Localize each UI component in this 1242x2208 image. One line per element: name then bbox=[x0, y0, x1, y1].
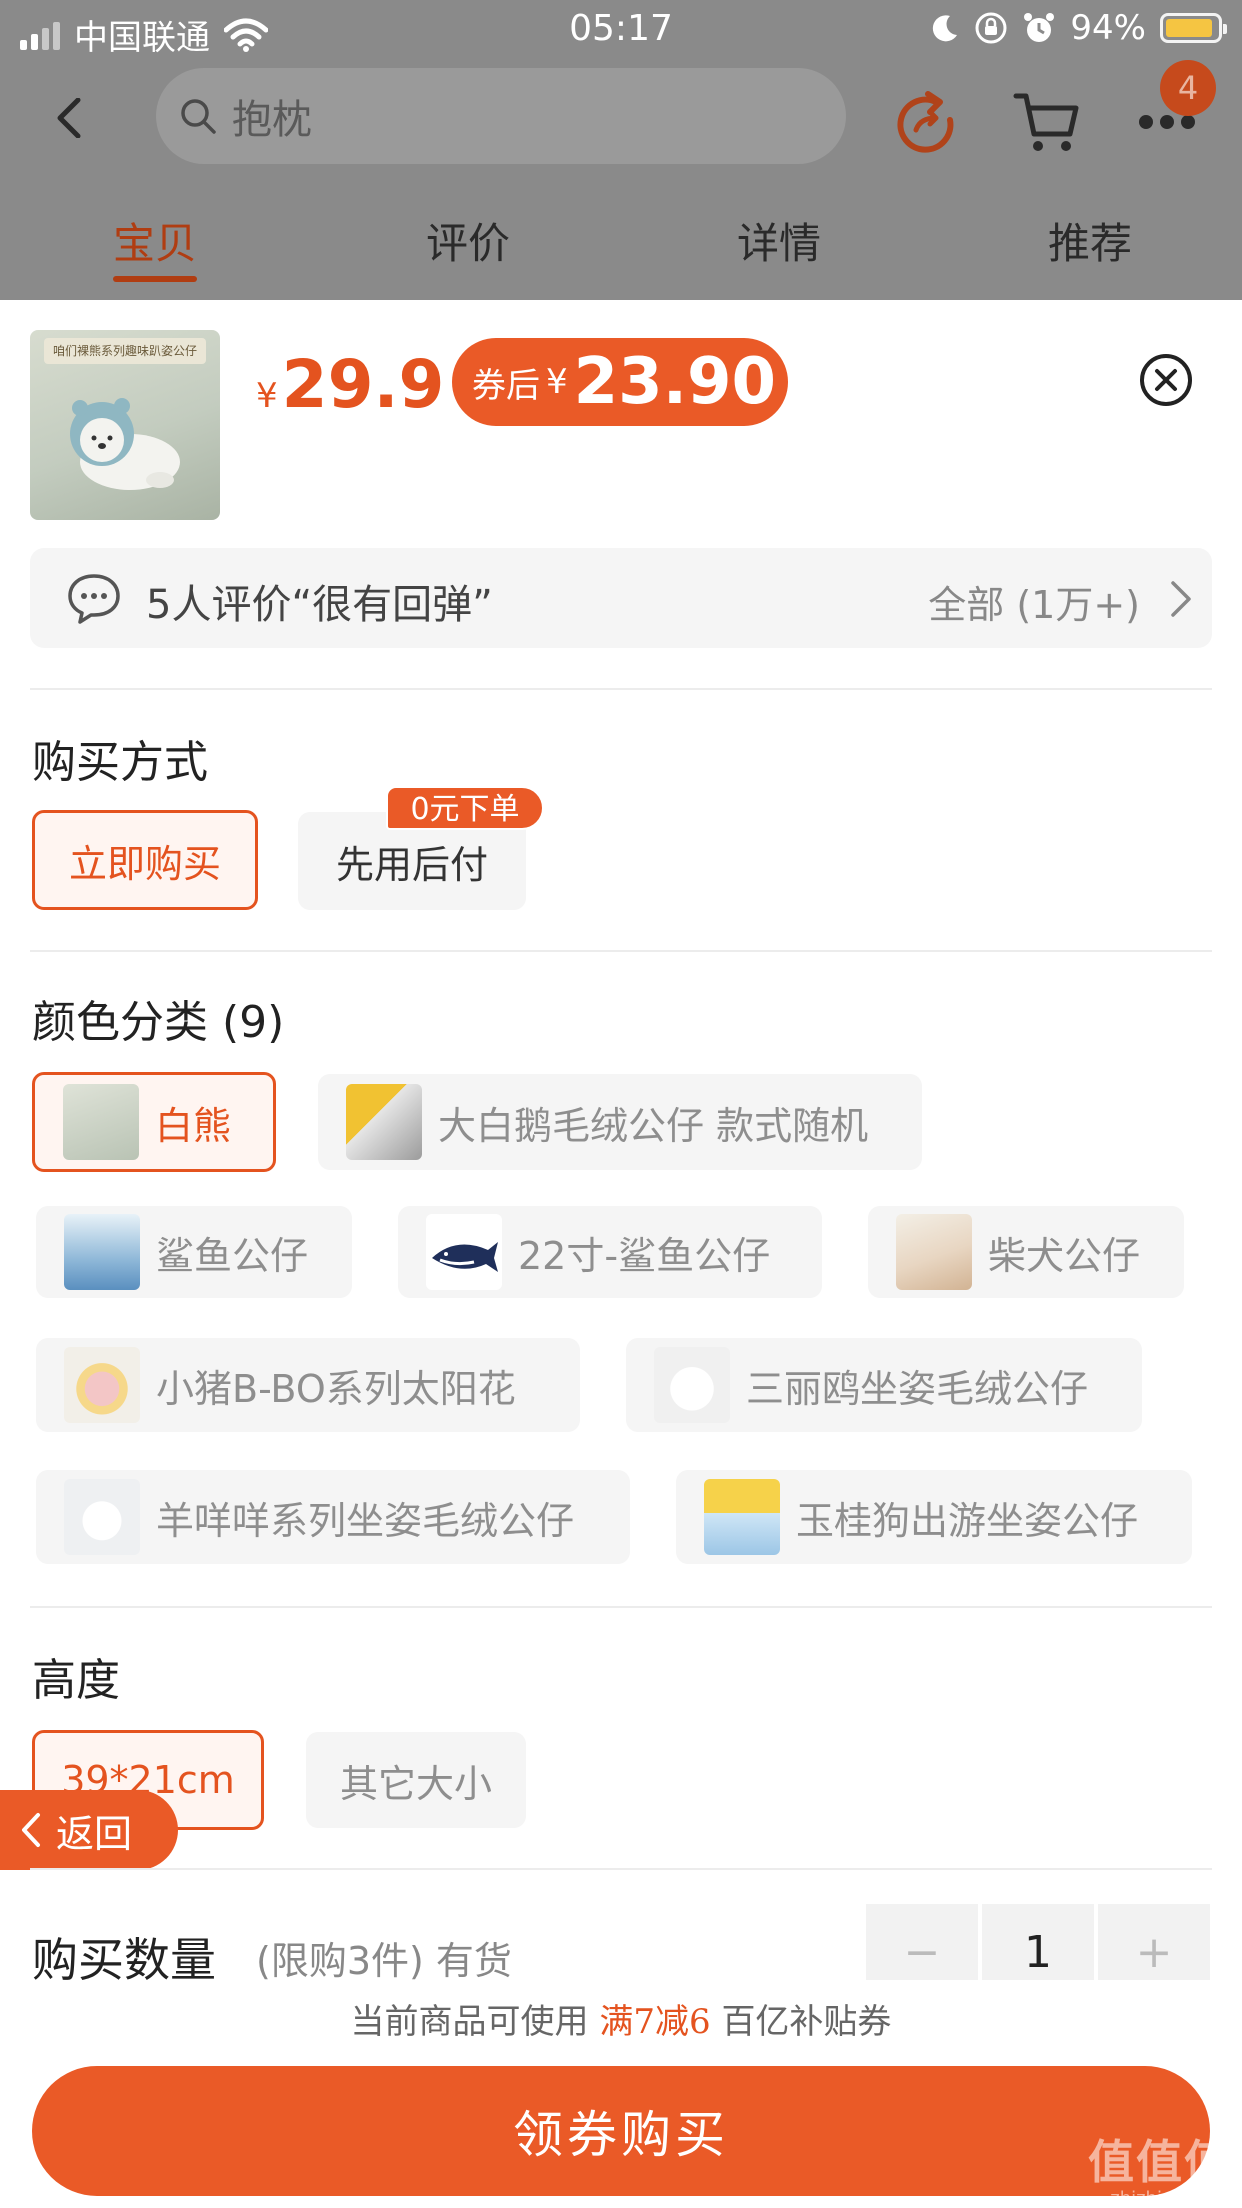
increment-button[interactable]: + bbox=[1098, 1904, 1210, 1980]
rotation-lock-icon bbox=[975, 12, 1007, 44]
swatch-image bbox=[64, 1347, 140, 1423]
nav-row: 抱枕 4 bbox=[0, 60, 1242, 168]
bear-plush-image bbox=[70, 398, 180, 490]
status-bar: 中国联通 05:17 94% bbox=[0, 0, 1242, 62]
claim-coupon-buy-button[interactable]: 领券购买 bbox=[32, 2066, 1210, 2196]
alarm-icon bbox=[1024, 13, 1055, 42]
coupon-price-value: 23.90 bbox=[573, 345, 777, 419]
watermark-logo-text: 值值值 bbox=[1088, 2135, 1232, 2189]
swatch-image bbox=[654, 1347, 730, 1423]
thumb-banner-text: 咱们裸熊系列趣味趴姿公仔 bbox=[44, 338, 206, 364]
color-option-white-bear[interactable]: 白熊 bbox=[32, 1072, 276, 1172]
divider bbox=[30, 1606, 1212, 1608]
option-label: 小猪B-BO系列太阳花 bbox=[156, 1366, 516, 1411]
cart-icon[interactable] bbox=[1012, 88, 1082, 158]
swatch-image bbox=[64, 1479, 140, 1555]
color-option-shark-22[interactable]: 22寸-鲨鱼公仔 bbox=[398, 1206, 822, 1298]
quantity-value[interactable]: 1 bbox=[982, 1904, 1094, 1980]
close-icon[interactable] bbox=[1138, 352, 1194, 408]
swatch-image bbox=[426, 1214, 502, 1290]
search-input[interactable]: 抱枕 bbox=[156, 68, 846, 164]
product-thumbnail[interactable]: 咱们裸熊系列趣味趴姿公仔 bbox=[30, 330, 220, 520]
coupon-currency: ¥ bbox=[546, 362, 568, 402]
color-title: 颜色分类 (9) bbox=[32, 997, 285, 1048]
swatch-image bbox=[896, 1214, 972, 1290]
quantity-stepper: − 1 + bbox=[866, 1904, 1210, 1980]
back-arrow-icon[interactable] bbox=[50, 98, 90, 138]
coupon-price-pill: 券后 ¥ 23.90 bbox=[452, 338, 788, 426]
quantity-note: (限购3件) 有货 bbox=[256, 1939, 512, 1983]
option-label: 立即购买 bbox=[68, 841, 221, 886]
search-icon bbox=[181, 99, 216, 134]
swatch-image bbox=[64, 1214, 140, 1290]
refresh-icon[interactable] bbox=[892, 90, 960, 158]
color-option-shark[interactable]: 鲨鱼公仔 bbox=[36, 1206, 352, 1298]
option-label: 羊咩咩系列坐姿毛绒公仔 bbox=[156, 1498, 575, 1543]
watermark-url: zhizhizhi.com bbox=[1110, 2188, 1232, 2208]
tab-bar: 宝贝 评价 详情 推荐 bbox=[0, 210, 1242, 290]
option-label: 大白鹅毛绒公仔 款式随机 bbox=[438, 1103, 869, 1148]
tab-details[interactable]: 详情 bbox=[679, 210, 879, 271]
divider bbox=[30, 1868, 1212, 1870]
search-text: 抱枕 bbox=[232, 97, 312, 143]
price-value: 29.9 bbox=[281, 346, 445, 423]
review-text: 5人评价“很有回弹” bbox=[146, 582, 493, 628]
chevron-left-icon bbox=[22, 1813, 40, 1847]
tab-baobei[interactable]: 宝贝 bbox=[55, 210, 255, 271]
height-title: 高度 bbox=[32, 1655, 120, 1706]
shark-image bbox=[432, 1242, 498, 1272]
coupon-note-highlight: 满7减6 bbox=[599, 2002, 711, 2042]
color-option-sanrio[interactable]: 三丽鸥坐姿毛绒公仔 bbox=[626, 1338, 1142, 1432]
status-right: 94% bbox=[930, 8, 1227, 48]
chat-bubble-icon bbox=[68, 574, 120, 624]
swatch-image bbox=[704, 1479, 780, 1555]
option-buy-now[interactable]: 立即购买 bbox=[32, 810, 258, 910]
divider bbox=[30, 688, 1212, 690]
color-option-goose[interactable]: 大白鹅毛绒公仔 款式随机 bbox=[318, 1074, 922, 1170]
decrement-button[interactable]: − bbox=[866, 1904, 978, 1980]
active-tab-indicator bbox=[113, 276, 197, 282]
divider bbox=[30, 950, 1212, 952]
review-all-link[interactable]: 全部 (1万+) bbox=[928, 574, 1140, 629]
dimmed-header-overlay: 中国联通 05:17 94% 抱枕 4 宝贝 评价 详情 推荐 bbox=[0, 0, 1242, 300]
option-label: 白熊 bbox=[155, 1103, 232, 1148]
battery-icon bbox=[1160, 13, 1227, 43]
color-option-shiba[interactable]: 柴犬公仔 bbox=[868, 1206, 1184, 1298]
tab-recommend[interactable]: 推荐 bbox=[990, 210, 1190, 271]
site-watermark: 值值值 zhizhizhi.com bbox=[1088, 2126, 1232, 2208]
option-label: 三丽鸥坐姿毛绒公仔 bbox=[746, 1366, 1089, 1411]
color-option-cinnamoroll[interactable]: 玉桂狗出游坐姿公仔 bbox=[676, 1470, 1192, 1564]
option-label: 22寸-鲨鱼公仔 bbox=[518, 1233, 771, 1278]
coupon-note-prefix: 当前商品可使用 bbox=[350, 2002, 589, 2042]
back-float-button[interactable]: 返回 bbox=[0, 1790, 178, 1870]
moon-icon bbox=[933, 15, 958, 42]
battery-percent: 94% bbox=[1070, 8, 1146, 48]
coupon-label: 券后 bbox=[472, 365, 540, 406]
coupon-note: 当前商品可使用 满7减6 百亿补贴券 bbox=[0, 1994, 1242, 2043]
review-summary-bar[interactable]: 5人评价“很有回弹” 全部 (1万+) bbox=[30, 548, 1212, 648]
swatch-image bbox=[63, 1084, 139, 1160]
option-label: 其它大小 bbox=[339, 1761, 492, 1806]
color-option-pig-sunflower[interactable]: 小猪B-BO系列太阳花 bbox=[36, 1338, 580, 1432]
height-option-other[interactable]: 其它大小 bbox=[306, 1732, 526, 1828]
chevron-right-icon bbox=[1171, 581, 1191, 617]
zero-yuan-tag: 0元下单 bbox=[386, 786, 544, 830]
tab-reviews[interactable]: 评价 bbox=[368, 210, 568, 271]
option-label: 柴犬公仔 bbox=[988, 1233, 1141, 1278]
option-label: 玉桂狗出游坐姿公仔 bbox=[796, 1498, 1139, 1543]
option-label: 先用后付 bbox=[335, 842, 488, 887]
purchase-method-title: 购买方式 bbox=[32, 737, 208, 788]
option-label: 鲨鱼公仔 bbox=[156, 1233, 309, 1278]
swatch-image bbox=[346, 1084, 422, 1160]
quantity-title: 购买数量 bbox=[32, 1933, 216, 1987]
currency-symbol: ¥ bbox=[256, 376, 278, 416]
coupon-note-suffix: 百亿补贴券 bbox=[721, 2002, 892, 2042]
cart-count-badge: 4 bbox=[1160, 60, 1216, 116]
color-option-sheep[interactable]: 羊咩咩系列坐姿毛绒公仔 bbox=[36, 1470, 630, 1564]
original-price: ¥ 29.9 bbox=[256, 346, 444, 423]
back-float-label: 返回 bbox=[56, 1811, 133, 1856]
